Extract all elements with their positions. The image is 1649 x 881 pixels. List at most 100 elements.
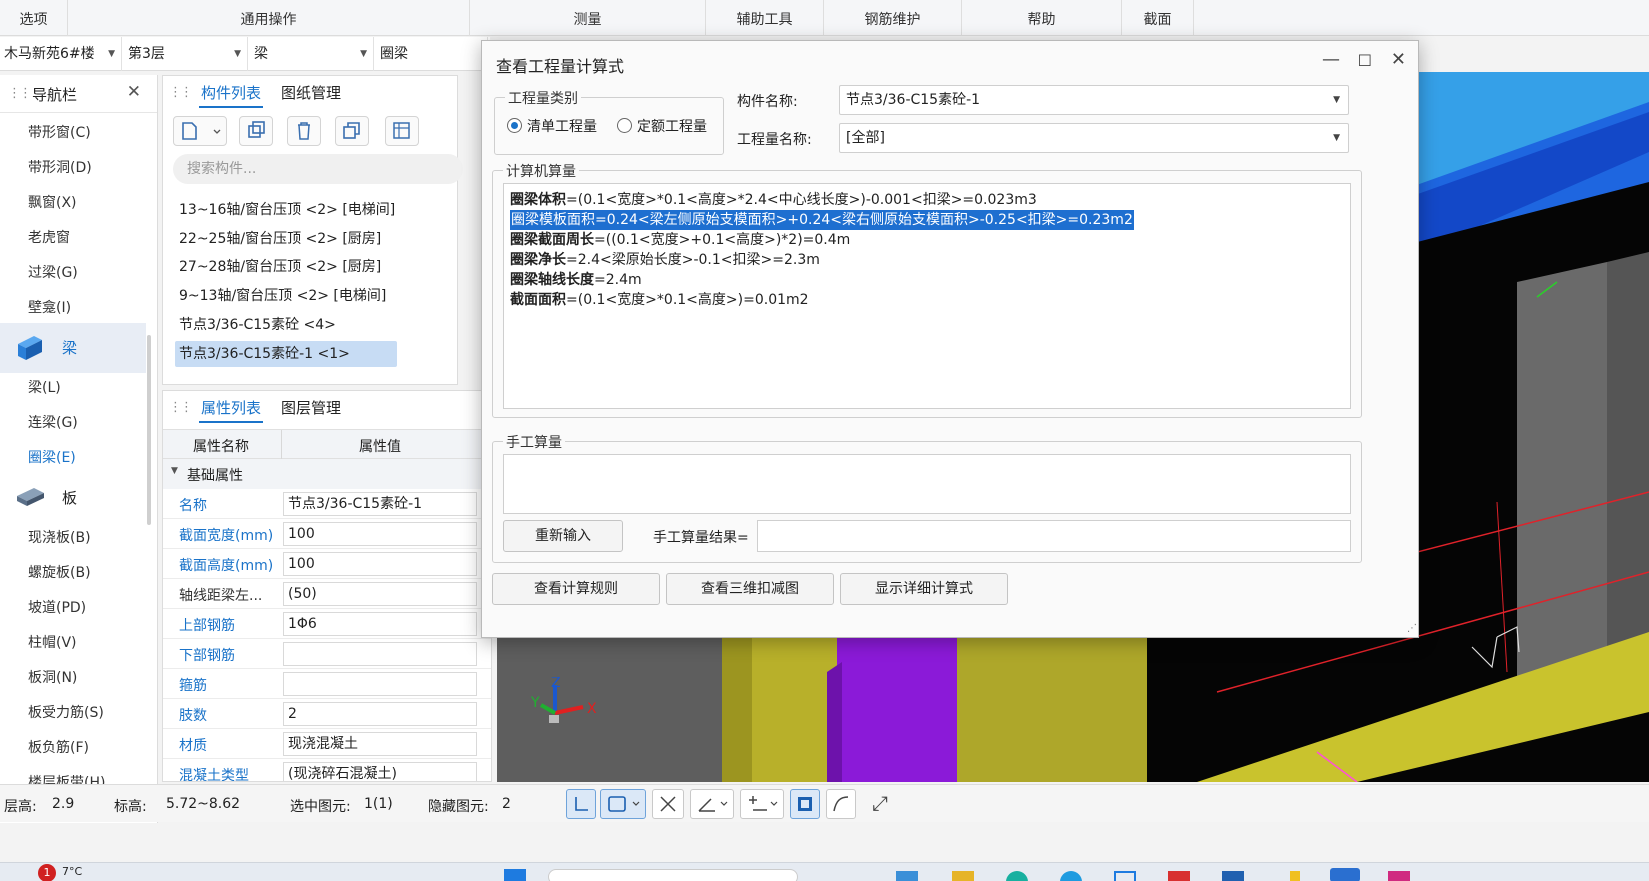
formula-line[interactable]: 截面面积=(0.1<宽度>*0.1<高度>)=0.01m2 — [510, 290, 809, 310]
list-item[interactable]: 13~16轴/窗台压顶 <2> [电梯间] — [175, 197, 399, 223]
radio-quota-quantity[interactable]: 定额工程量 — [617, 116, 707, 136]
copy-button[interactable] — [239, 116, 273, 146]
taskbar-app-icon[interactable] — [896, 871, 918, 881]
nav-item-spiral-slab[interactable]: 螺旋板(B) — [28, 562, 91, 582]
notification-badge[interactable]: 1 — [38, 864, 56, 881]
nav-item-lintel[interactable]: 过梁(G) — [28, 262, 78, 282]
formula-line[interactable]: 圈梁体积=(0.1<宽度>*0.1<高度>*2.4<中心线长度>)-0.001<… — [510, 190, 1037, 210]
project-select[interactable]: 木马新苑6#楼 ▼ — [0, 37, 122, 71]
ribbon-tab-general-ops[interactable]: 通用操作 — [68, 0, 470, 36]
reinput-button[interactable]: 重新输入 — [503, 520, 623, 552]
nav-scrollbar[interactable] — [147, 335, 151, 525]
nav-group-beam[interactable]: 梁 — [0, 323, 146, 373]
show-detailed-formula-button[interactable]: 显示详细计算式 — [840, 573, 1008, 605]
nav-item-slab-neg-rebar[interactable]: 板负筋(F) — [28, 737, 89, 757]
nav-item-strip-window[interactable]: 带形窗(C) — [28, 122, 91, 142]
property-value-field[interactable]: 100 — [283, 522, 477, 546]
property-value-field[interactable]: 现浇混凝土 — [283, 732, 477, 756]
property-value-field[interactable]: 100 — [283, 552, 477, 576]
ribbon-tab-options[interactable]: 选项 — [0, 0, 68, 36]
quantity-name-select[interactable]: [全部] ▼ — [839, 123, 1349, 153]
nav-item-coupling-beam[interactable]: 连梁(G) — [28, 412, 78, 432]
close-icon[interactable]: ✕ — [127, 82, 141, 102]
ribbon-tab-aux-tools[interactable]: 辅助工具 — [706, 0, 824, 36]
drag-grip-icon[interactable]: ⋮⋮ — [8, 86, 32, 101]
ribbon-tab-section[interactable]: 截面 — [1122, 0, 1194, 36]
nav-item-column-cap[interactable]: 柱帽(V) — [28, 632, 77, 652]
tab-property-list[interactable]: 属性列表 — [201, 397, 261, 424]
minimize-icon[interactable]: — — [1322, 49, 1340, 70]
browser-icon[interactable] — [1060, 871, 1082, 881]
list-item[interactable]: 节点3/36-C15素砼 <4> — [175, 312, 340, 338]
ribbon-tab-help[interactable]: 帮助 — [962, 0, 1122, 36]
list-item[interactable]: 9~13轴/窗台压顶 <2> [电梯间] — [175, 283, 390, 309]
tab-layer-management[interactable]: 图层管理 — [281, 397, 341, 424]
nav-item-strip-opening[interactable]: 带形洞(D) — [28, 157, 92, 177]
property-value-field[interactable] — [283, 672, 477, 696]
import-button[interactable] — [385, 116, 419, 146]
nav-item-ring-beam[interactable]: 圈梁(E) — [28, 447, 76, 467]
snap-mode-button[interactable] — [600, 789, 646, 819]
tab-drawing-management[interactable]: 图纸管理 — [281, 82, 341, 109]
ribbon-tab-measure[interactable]: 测量 — [470, 0, 706, 36]
manual-formula-input[interactable] — [503, 454, 1351, 514]
nav-item-niche[interactable]: 壁龛(I) — [28, 297, 71, 317]
nav-item-beam[interactable]: 梁(L) — [28, 377, 61, 397]
display-mode-button[interactable] — [790, 789, 820, 819]
formula-line[interactable]: 圈梁轴线长度=2.4m — [510, 270, 642, 290]
formula-line[interactable]: 圈梁截面周长=((0.1<宽度>+0.1<高度>)*2)=0.4m — [510, 230, 850, 250]
fullscreen-icon[interactable]: ⤢ — [872, 791, 888, 815]
property-value-field[interactable] — [283, 642, 477, 666]
resize-grip-icon[interactable]: ⋰ — [1407, 623, 1417, 634]
ortho-toggle-button[interactable] — [566, 789, 596, 819]
radio-bill-quantity[interactable]: 清单工程量 — [507, 116, 597, 136]
folder-icon[interactable] — [952, 871, 974, 881]
taskbar-app-icon[interactable] — [1290, 871, 1300, 881]
new-component-button[interactable] — [173, 116, 227, 146]
taskbar-app-icon[interactable] — [1006, 871, 1028, 881]
curve-mode-button[interactable] — [826, 789, 856, 819]
offset-snap-button[interactable] — [740, 789, 784, 819]
cross-snap-button[interactable] — [652, 789, 684, 819]
view-3d-deduction-button[interactable]: 查看三维扣减图 — [666, 573, 834, 605]
taskbar-app-icon[interactable] — [1168, 871, 1190, 881]
nav-item-bay-window[interactable]: 飘窗(X) — [28, 192, 77, 212]
list-item[interactable]: 27~28轴/窗台压顶 <2> [厨房] — [175, 254, 385, 280]
formula-line-selected[interactable]: 圈梁模板面积=0.24<梁左侧原始支模面积>+0.24<梁右侧原始支模面积>-0… — [510, 210, 1134, 230]
weather-temperature[interactable]: 7°C — [62, 865, 82, 878]
property-value-field[interactable]: (50) — [283, 582, 477, 606]
nav-item-dormer[interactable]: 老虎窗 — [28, 227, 70, 247]
floor-select[interactable]: 第3层 ▼ — [124, 37, 248, 71]
delete-button[interactable] — [287, 116, 321, 146]
ribbon-tab-rebar-maint[interactable]: 钢筋维护 — [824, 0, 962, 36]
duplicate-button[interactable] — [335, 116, 369, 146]
nav-group-slab[interactable]: 板 — [0, 473, 146, 523]
nav-item-slab-hole[interactable]: 板洞(N) — [28, 667, 77, 687]
maximize-icon[interactable]: ☐ — [1358, 51, 1372, 70]
component-search-input[interactable]: 搜索构件... — [173, 154, 463, 184]
nav-item-cast-slab[interactable]: 现浇板(B) — [28, 527, 91, 547]
nav-item-slab-rebar[interactable]: 板受力筋(S) — [28, 702, 104, 722]
taskbar-search-box[interactable] — [548, 869, 798, 881]
view-calc-rules-button[interactable]: 查看计算规则 — [492, 573, 660, 605]
property-value-field[interactable]: 2 — [283, 702, 477, 726]
angle-snap-button[interactable] — [690, 789, 734, 819]
start-icon[interactable] — [504, 869, 526, 881]
list-item[interactable]: 22~25轴/窗台压顶 <2> [厨房] — [175, 226, 385, 252]
property-value-field[interactable]: 1Φ6 — [283, 612, 477, 636]
close-icon[interactable]: ✕ — [1391, 49, 1406, 70]
taskbar-app-icon[interactable] — [1388, 871, 1410, 881]
taskbar-app-icon[interactable] — [1114, 871, 1136, 881]
nav-item-ramp[interactable]: 坡道(PD) — [28, 597, 86, 617]
drag-grip-icon[interactable]: ⋮⋮ — [169, 85, 193, 100]
category-select[interactable]: 梁 ▼ — [250, 37, 374, 71]
formula-line[interactable]: 圈梁净长=2.4<梁原始长度>-0.1<扣梁>=2.3m — [510, 250, 820, 270]
tab-component-list[interactable]: 构件列表 — [201, 82, 261, 109]
property-group-basic[interactable]: ▼ 基础属性 — [163, 459, 491, 489]
type-select[interactable]: 圈梁 — [376, 37, 488, 71]
formula-textarea[interactable]: 圈梁体积=(0.1<宽度>*0.1<高度>*2.4<中心线长度>)-0.001<… — [503, 183, 1351, 409]
taskbar-app-icon-active[interactable] — [1330, 868, 1360, 881]
property-value-field[interactable]: (现浇碎石混凝土) — [283, 762, 477, 781]
component-name-select[interactable]: 节点3/36-C15素砼-1 ▼ — [839, 85, 1349, 115]
list-item-selected[interactable]: 节点3/36-C15素砼-1 <1> — [175, 341, 397, 367]
